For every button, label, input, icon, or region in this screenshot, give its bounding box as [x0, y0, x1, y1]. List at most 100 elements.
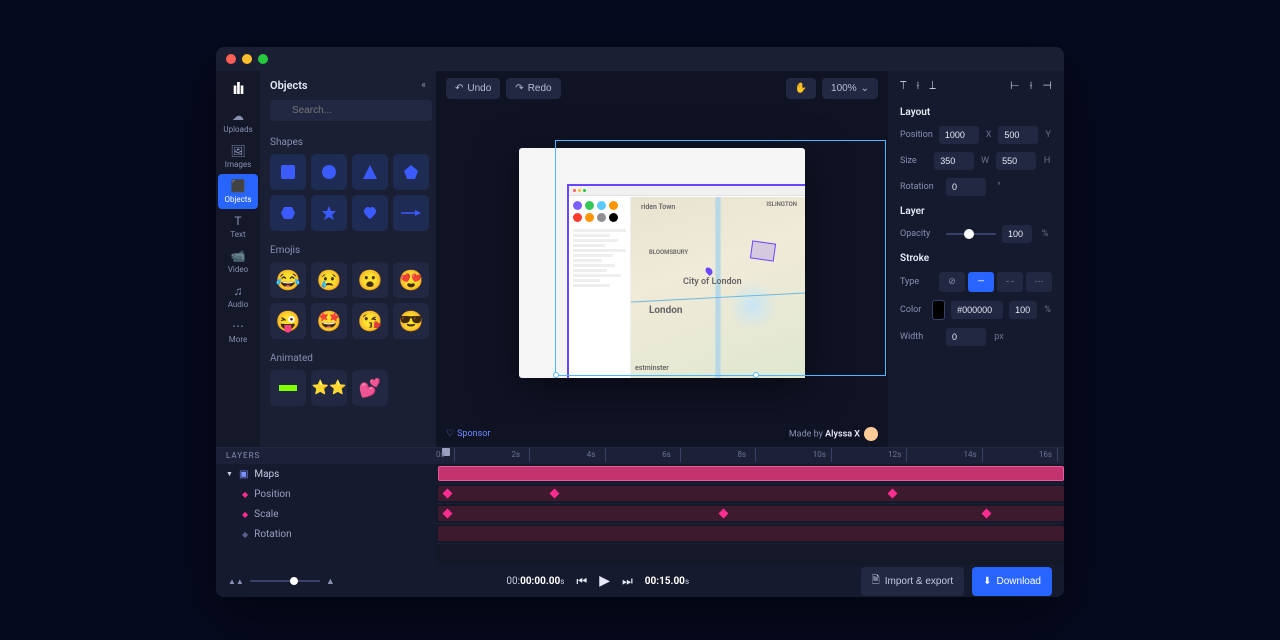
download-icon: ⬇	[983, 576, 991, 587]
position-y-input[interactable]	[998, 126, 1038, 144]
keyframe[interactable]	[981, 509, 991, 519]
shape-square[interactable]	[270, 154, 306, 190]
align-center-icon[interactable]: ⟊	[1030, 79, 1033, 93]
emoji-item[interactable]: 😘	[352, 303, 388, 339]
stroke-dotted[interactable]: ⋯	[1026, 272, 1052, 292]
stroke-alpha-input[interactable]	[1009, 301, 1037, 319]
position-x-input[interactable]	[939, 126, 979, 144]
shape-heart[interactable]	[352, 195, 388, 231]
keyframe-icon: ◆	[242, 530, 248, 539]
align-right-icon[interactable]: ⊣	[1042, 79, 1052, 93]
timeline-footer: ▲▲ ▲ 00:00:00.00s ⏮ ▶ ⏭ 00:15.00s 🗎Impor…	[216, 565, 1064, 597]
chevron-down-icon: ⌄	[861, 83, 869, 94]
import-export-button[interactable]: 🗎Import & export	[861, 567, 964, 596]
shape-hexagon[interactable]	[270, 195, 306, 231]
timeline-tracks[interactable]: 0s2s4s6s8s10s12s14s16s	[436, 448, 1064, 565]
objects-panel: Objects « Go Shapes Emojis �	[260, 71, 436, 447]
shape-star[interactable]	[311, 195, 347, 231]
rail-item-objects[interactable]: ⬛Objects	[218, 174, 258, 209]
emoji-item[interactable]: 😎	[393, 303, 429, 339]
keyframe-track-position[interactable]	[438, 486, 1064, 501]
opacity-input[interactable]	[1002, 225, 1032, 243]
sponsor-link[interactable]: ♡Sponsor	[446, 429, 490, 439]
redo-button[interactable]: ↷Redo	[506, 78, 560, 99]
artboard[interactable]: Upcoming Homes 5 riden Town ISLINGTON BL…	[519, 148, 805, 378]
skip-back-button[interactable]: ⏮	[576, 574, 587, 589]
chevron-down-icon: ▼	[226, 470, 233, 478]
keyframe[interactable]	[718, 509, 728, 519]
stroke-width-input[interactable]	[946, 328, 986, 346]
canvas-map-object[interactable]: Upcoming Homes 5 riden Town ISLINGTON BL…	[567, 184, 805, 378]
close-icon[interactable]	[226, 54, 236, 64]
keyframe[interactable]	[549, 489, 559, 499]
layer-prop-scale[interactable]: ◆ Scale	[216, 504, 436, 524]
app-logo: ılı	[233, 79, 244, 98]
animated-grid: ⭐⭐💕	[270, 370, 426, 406]
skip-forward-button[interactable]: ⏭	[622, 574, 633, 589]
layer-row-maps[interactable]: ▼ ▣ Maps	[216, 464, 436, 484]
maximize-icon[interactable]	[258, 54, 268, 64]
text-icon: T	[234, 214, 241, 228]
timeline-ruler[interactable]: 0s2s4s6s8s10s12s14s16s	[436, 448, 1064, 464]
shapes-section-label: Shapes	[270, 137, 426, 148]
shape-arrow[interactable]	[393, 195, 429, 231]
size-w-input[interactable]	[934, 152, 974, 170]
canvas-toolbar: ↶Undo ↷Redo ✋ 100% ⌄	[436, 71, 888, 105]
rail-item-text[interactable]: TText	[216, 209, 260, 244]
play-button[interactable]: ▶	[599, 573, 610, 589]
shape-pentagon[interactable]	[393, 154, 429, 190]
emoji-item[interactable]: 😮	[352, 262, 388, 298]
animated-item[interactable]	[270, 370, 306, 406]
collapse-panel-button[interactable]: «	[421, 80, 426, 91]
avatar	[864, 427, 878, 441]
emoji-item[interactable]: 😍	[393, 262, 429, 298]
align-top-icon[interactable]: ⟙	[900, 79, 907, 93]
ruler-tick: 12s	[888, 450, 901, 459]
zoom-in-icon[interactable]: ▲	[326, 576, 335, 587]
undo-button[interactable]: ↶Undo	[446, 78, 500, 99]
heart-icon: ♡	[446, 429, 454, 439]
align-left-icon[interactable]: ⊢	[1010, 79, 1020, 93]
zoom-dropdown[interactable]: 100% ⌄	[822, 78, 878, 99]
shape-circle[interactable]	[311, 154, 347, 190]
layer-prop-rotation[interactable]: ◆ Rotation	[216, 524, 436, 544]
ruler-tick: 6s	[662, 450, 671, 459]
stroke-dashed[interactable]: - -	[997, 272, 1023, 292]
animated-item[interactable]: ⭐⭐	[311, 370, 347, 406]
emoji-item[interactable]: 😜	[270, 303, 306, 339]
keyframe-track-scale[interactable]	[438, 506, 1064, 521]
zoom-slider[interactable]	[250, 580, 320, 582]
timeline-clip[interactable]	[438, 466, 1064, 481]
emoji-item[interactable]: 😢	[311, 262, 347, 298]
emoji-item[interactable]: 😂	[270, 262, 306, 298]
rail-item-video[interactable]: 📹Video	[216, 244, 260, 279]
animated-item[interactable]: 💕	[352, 370, 388, 406]
layer-prop-position[interactable]: ◆ Position	[216, 484, 436, 504]
align-middle-icon[interactable]: ⟊	[917, 79, 920, 93]
opacity-slider[interactable]	[946, 233, 996, 235]
zoom-out-icon[interactable]: ▲▲	[228, 577, 244, 586]
rotation-input[interactable]	[946, 178, 986, 196]
keyframe[interactable]	[443, 509, 453, 519]
rail-item-images[interactable]: 🖼Images	[216, 139, 260, 174]
hand-tool-button[interactable]: ✋	[786, 78, 816, 99]
stroke-color-swatch[interactable]	[932, 300, 946, 320]
stroke-none[interactable]: ⊘	[939, 272, 965, 292]
keyframe[interactable]	[443, 489, 453, 499]
align-bottom-icon[interactable]: ⟘	[929, 79, 936, 93]
download-button[interactable]: ⬇Download	[972, 567, 1052, 596]
stroke-solid[interactable]: —	[968, 272, 994, 292]
size-h-input[interactable]	[996, 152, 1036, 170]
canvas-stage[interactable]: Upcoming Homes 5 riden Town ISLINGTON BL…	[436, 105, 888, 421]
keyframe-track-rotation[interactable]	[438, 526, 1064, 541]
rail-item-audio[interactable]: ♫Audio	[216, 279, 260, 314]
shape-triangle[interactable]	[352, 154, 388, 190]
emoji-item[interactable]: 🤩	[311, 303, 347, 339]
search-input[interactable]	[270, 100, 432, 121]
minimize-icon[interactable]	[242, 54, 252, 64]
keyframe[interactable]	[887, 489, 897, 499]
rail-item-uploads[interactable]: ☁Uploads	[216, 104, 260, 139]
stroke-color-input[interactable]	[951, 301, 1003, 319]
keyframe-icon: ◆	[242, 510, 248, 519]
rail-item-more[interactable]: ⋯More	[216, 314, 260, 349]
